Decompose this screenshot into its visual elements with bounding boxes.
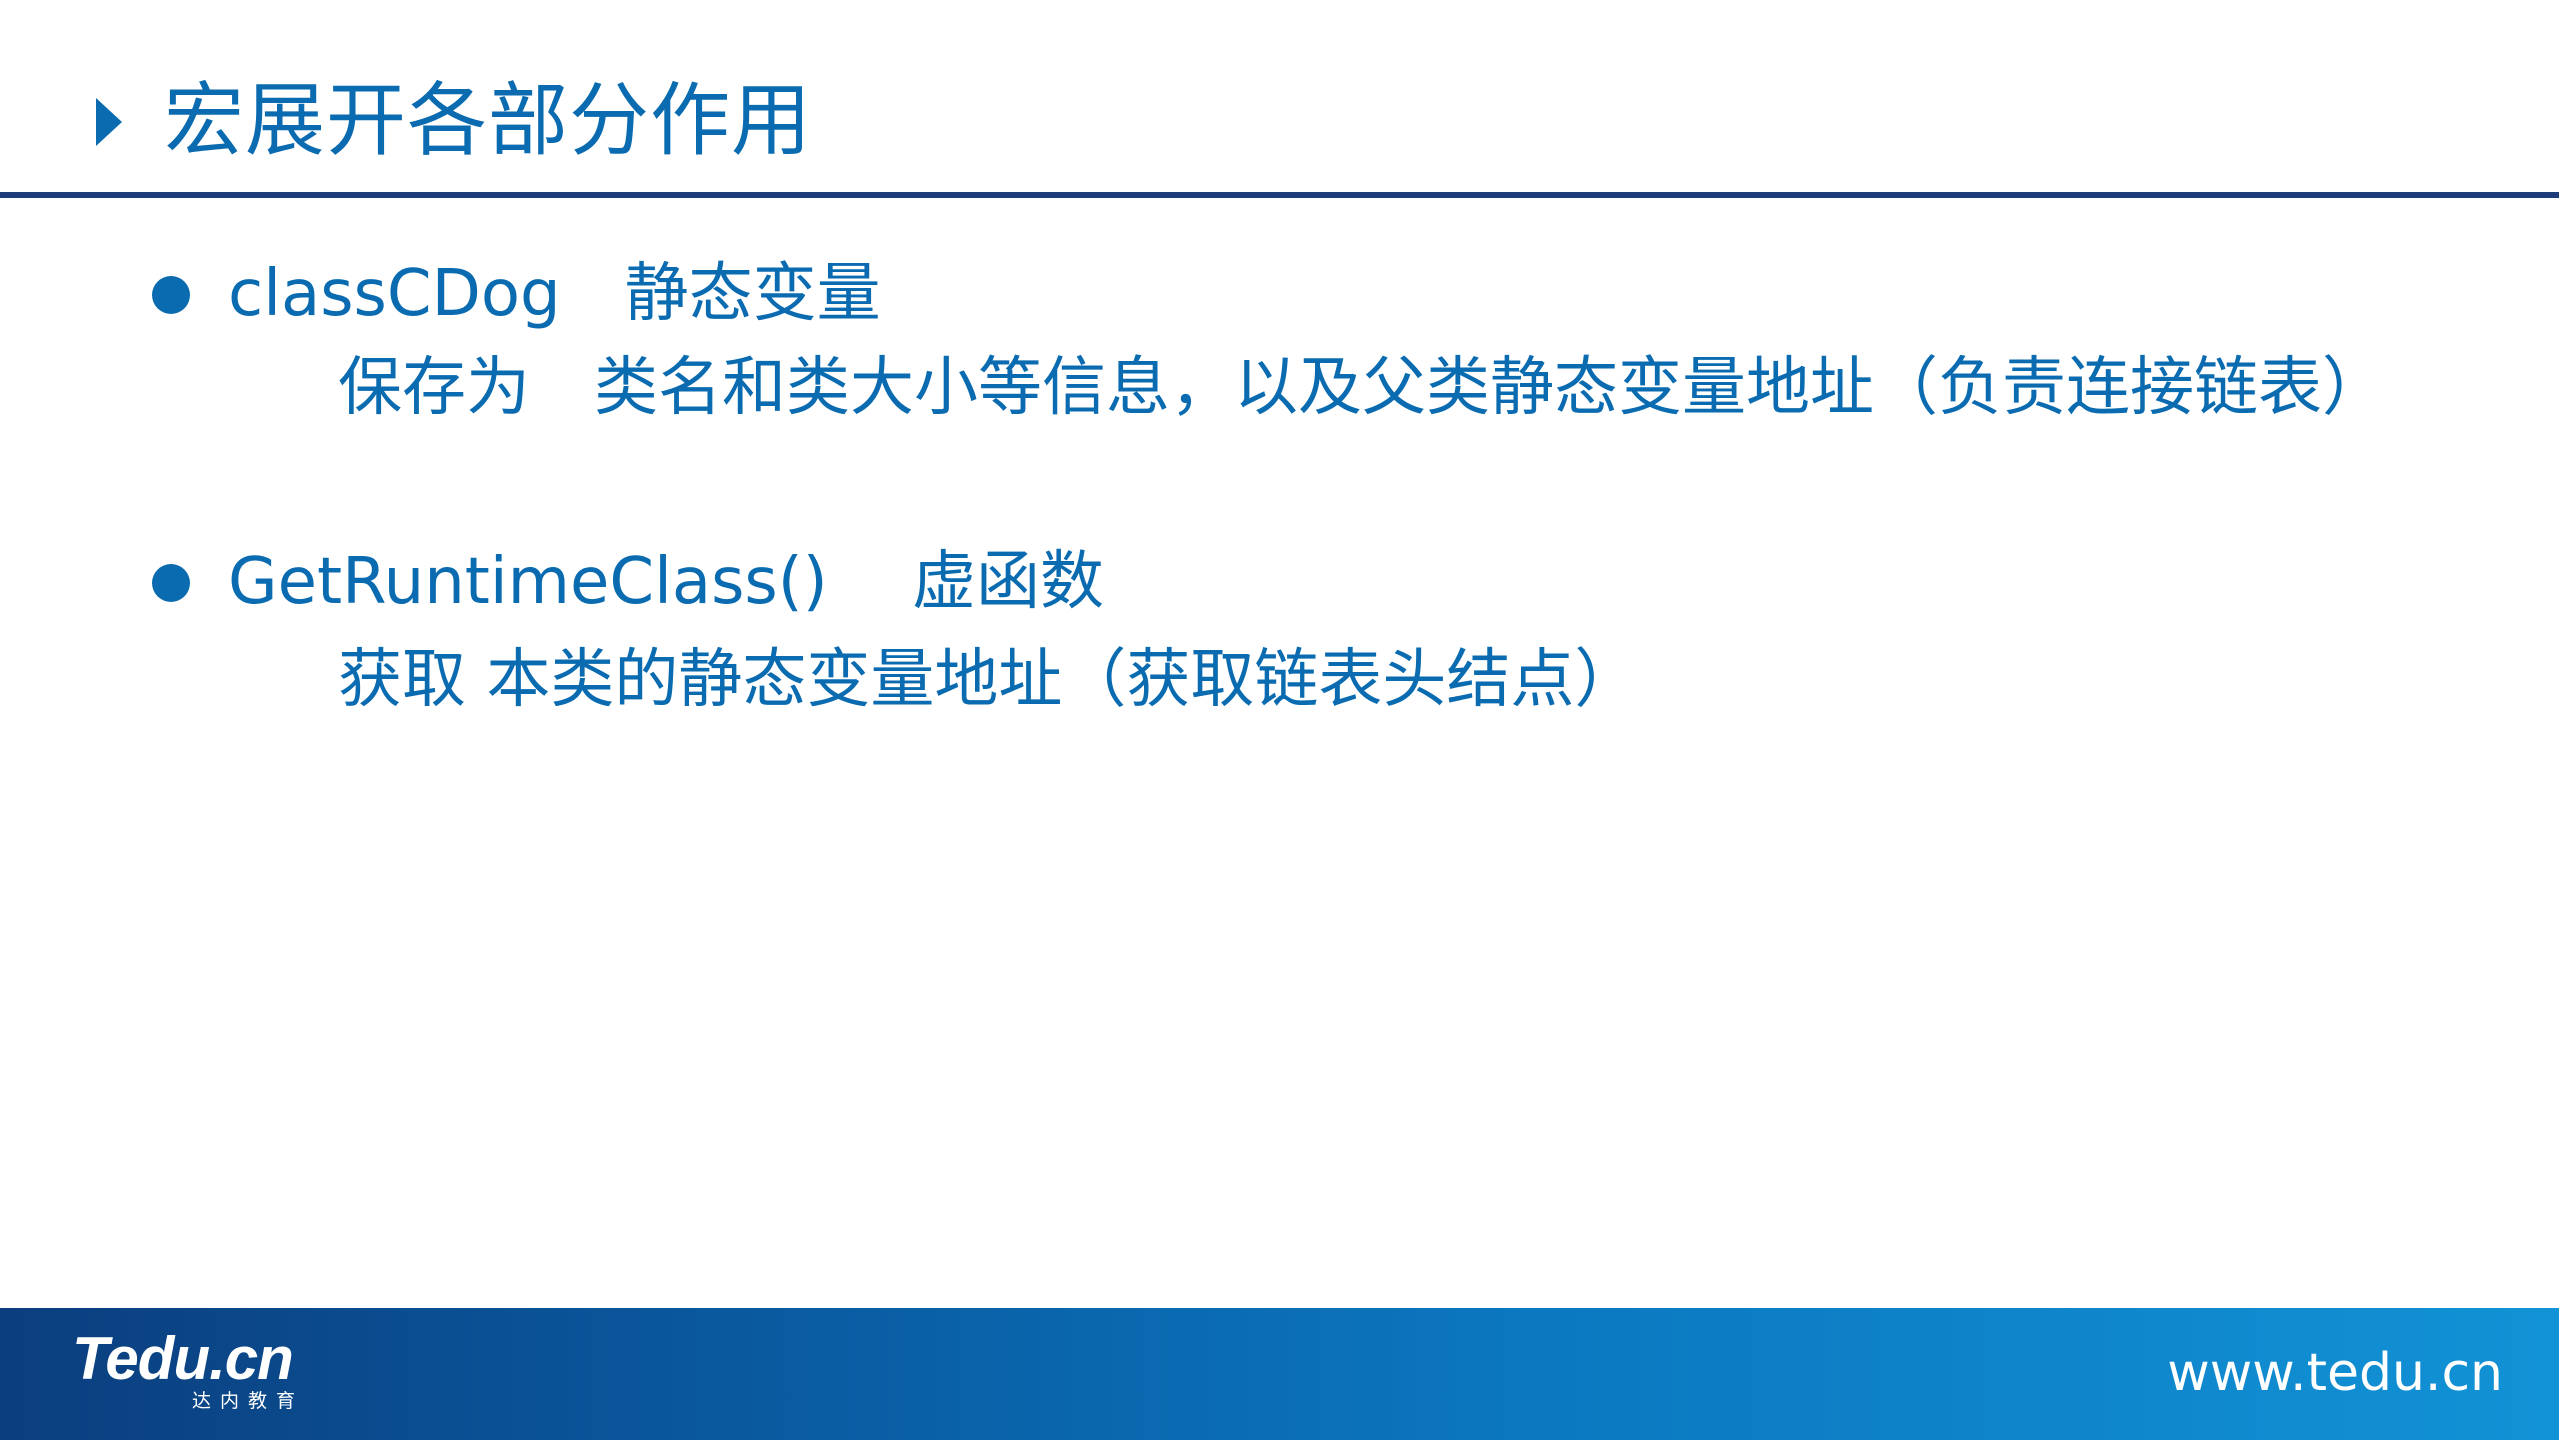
title-divider: [0, 192, 2559, 198]
logo-text: Tedu.cn: [72, 1325, 294, 1392]
footer-bar: Tedu.cn 达内教育 www.tedu.cn: [0, 1308, 2559, 1440]
tedu-logo: Tedu.cn 达内教育: [72, 1325, 295, 1413]
bullet-1-detail: 保存为 类名和类大小等信息，以及父类静态变量地址（负责连接链表）: [338, 351, 2386, 425]
bullet-dot-icon: [152, 564, 190, 602]
bullet-1-heading: classCDog 静态变量: [228, 257, 881, 331]
slide-title: 宏展开各部分作用: [164, 74, 812, 167]
title-arrow-icon: [96, 98, 122, 146]
bullet-2-heading: GetRuntimeClass() 虚函数: [228, 545, 1105, 619]
bullet-dot-icon: [152, 276, 190, 314]
footer-url: www.tedu.cn: [2167, 1343, 2503, 1403]
logo-subtitle: 达内教育: [192, 1390, 305, 1412]
bullet-2-detail: 获取 本类的静态变量地址（获取链表头结点）: [338, 643, 1639, 717]
